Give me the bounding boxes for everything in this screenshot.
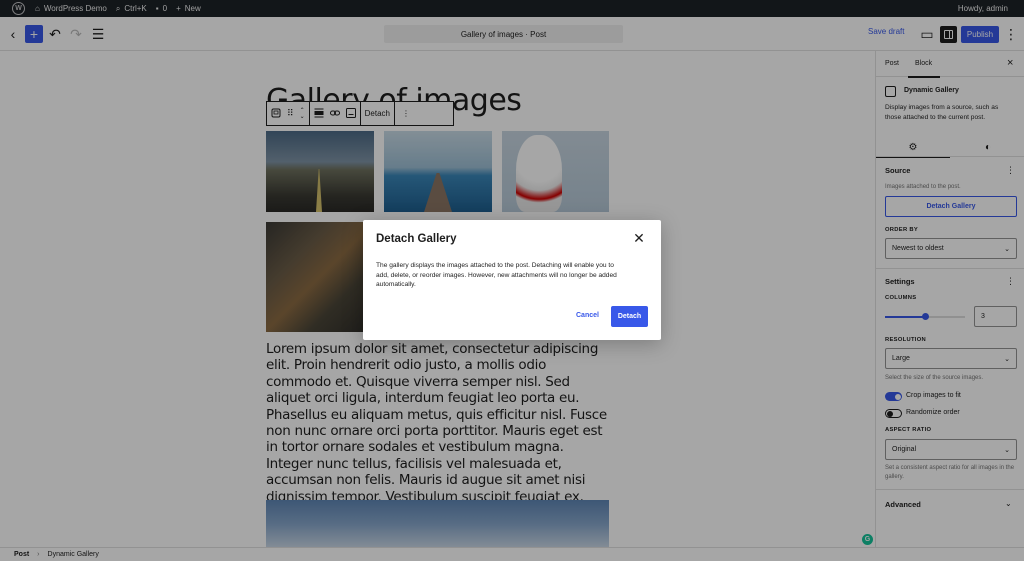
cancel-button[interactable]: Cancel [576,312,599,319]
dialog-title: Detach Gallery [376,233,457,245]
close-icon: ✕ [633,230,645,246]
dialog-body: The gallery displays the images attached… [376,262,617,288]
detach-confirm-button[interactable]: Detach [611,306,648,327]
dialog-close-button[interactable]: ✕ [633,230,645,246]
detach-gallery-dialog: Detach Gallery ✕ The gallery displays th… [363,220,661,340]
